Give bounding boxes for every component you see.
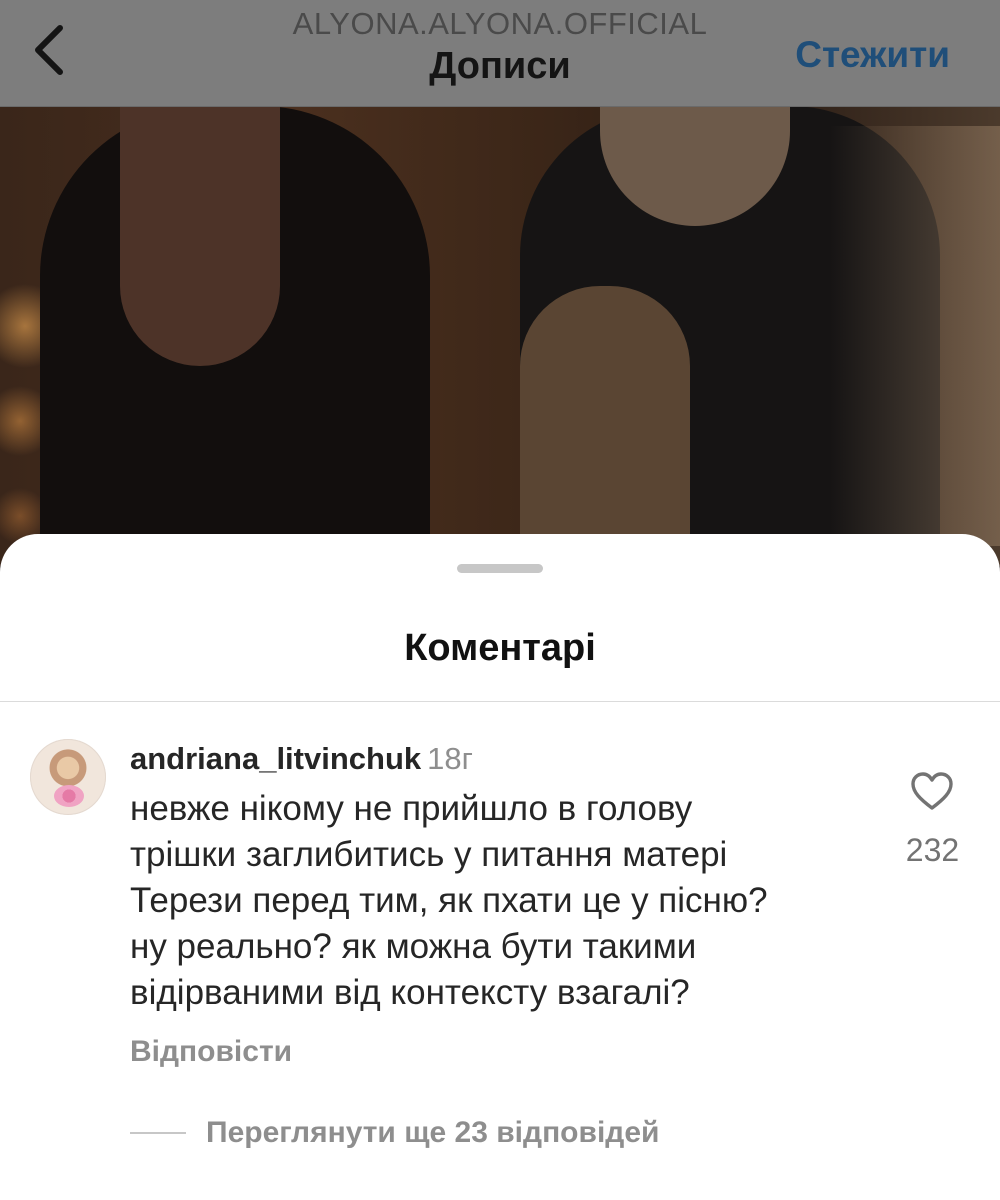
sheet-grabber[interactable] [457, 564, 543, 573]
photo-background-light [830, 126, 1000, 546]
comment-text-line: невже нікому не прийшло в голову [130, 789, 693, 828]
sheet-title: Коментарі [404, 627, 596, 669]
comment-username[interactable]: andriana_litvinchuk [130, 741, 421, 776]
comment-text-line: Терези перед тим, як пхати це у пісню? [130, 881, 768, 920]
post-photo [0, 106, 1000, 566]
comment-text-line: трішки заглибитись у питання матері [130, 835, 728, 874]
view-replies-button[interactable]: Переглянути ще 23 відповідей [206, 1114, 659, 1152]
comment-text: невже нікому не прийшло в голову трішки … [130, 786, 890, 1016]
top-nav-bar: ALYONA.ALYONA.OFFICIAL Дописи Стежити [0, 0, 1000, 107]
like-button[interactable] [910, 771, 954, 811]
like-count: 232 [905, 832, 960, 868]
heart-outline-icon [910, 772, 954, 815]
reply-button[interactable]: Відповісти [130, 1034, 292, 1070]
comment-time: 18г [427, 741, 473, 776]
screen: ALYONA.ALYONA.OFFICIAL Дописи Стежити Ко… [0, 0, 1000, 1200]
avatar[interactable] [30, 739, 106, 815]
comments-sheet: Коментарі andriana_litvinchuk 18г невже н… [0, 534, 1000, 1200]
photo-person-left-skin [120, 106, 280, 366]
comment-text-line: ну реально? як можна бути такими [130, 927, 697, 966]
sheet-divider [0, 701, 1000, 702]
follow-button[interactable]: Стежити [795, 33, 950, 77]
comment-author[interactable]: andriana_litvinchuk 18г [130, 740, 473, 778]
photo-person-right-shirt [520, 286, 690, 566]
replies-divider-line [130, 1132, 186, 1134]
comment-text-line: відірваними від контексту взагалі? [130, 973, 690, 1012]
